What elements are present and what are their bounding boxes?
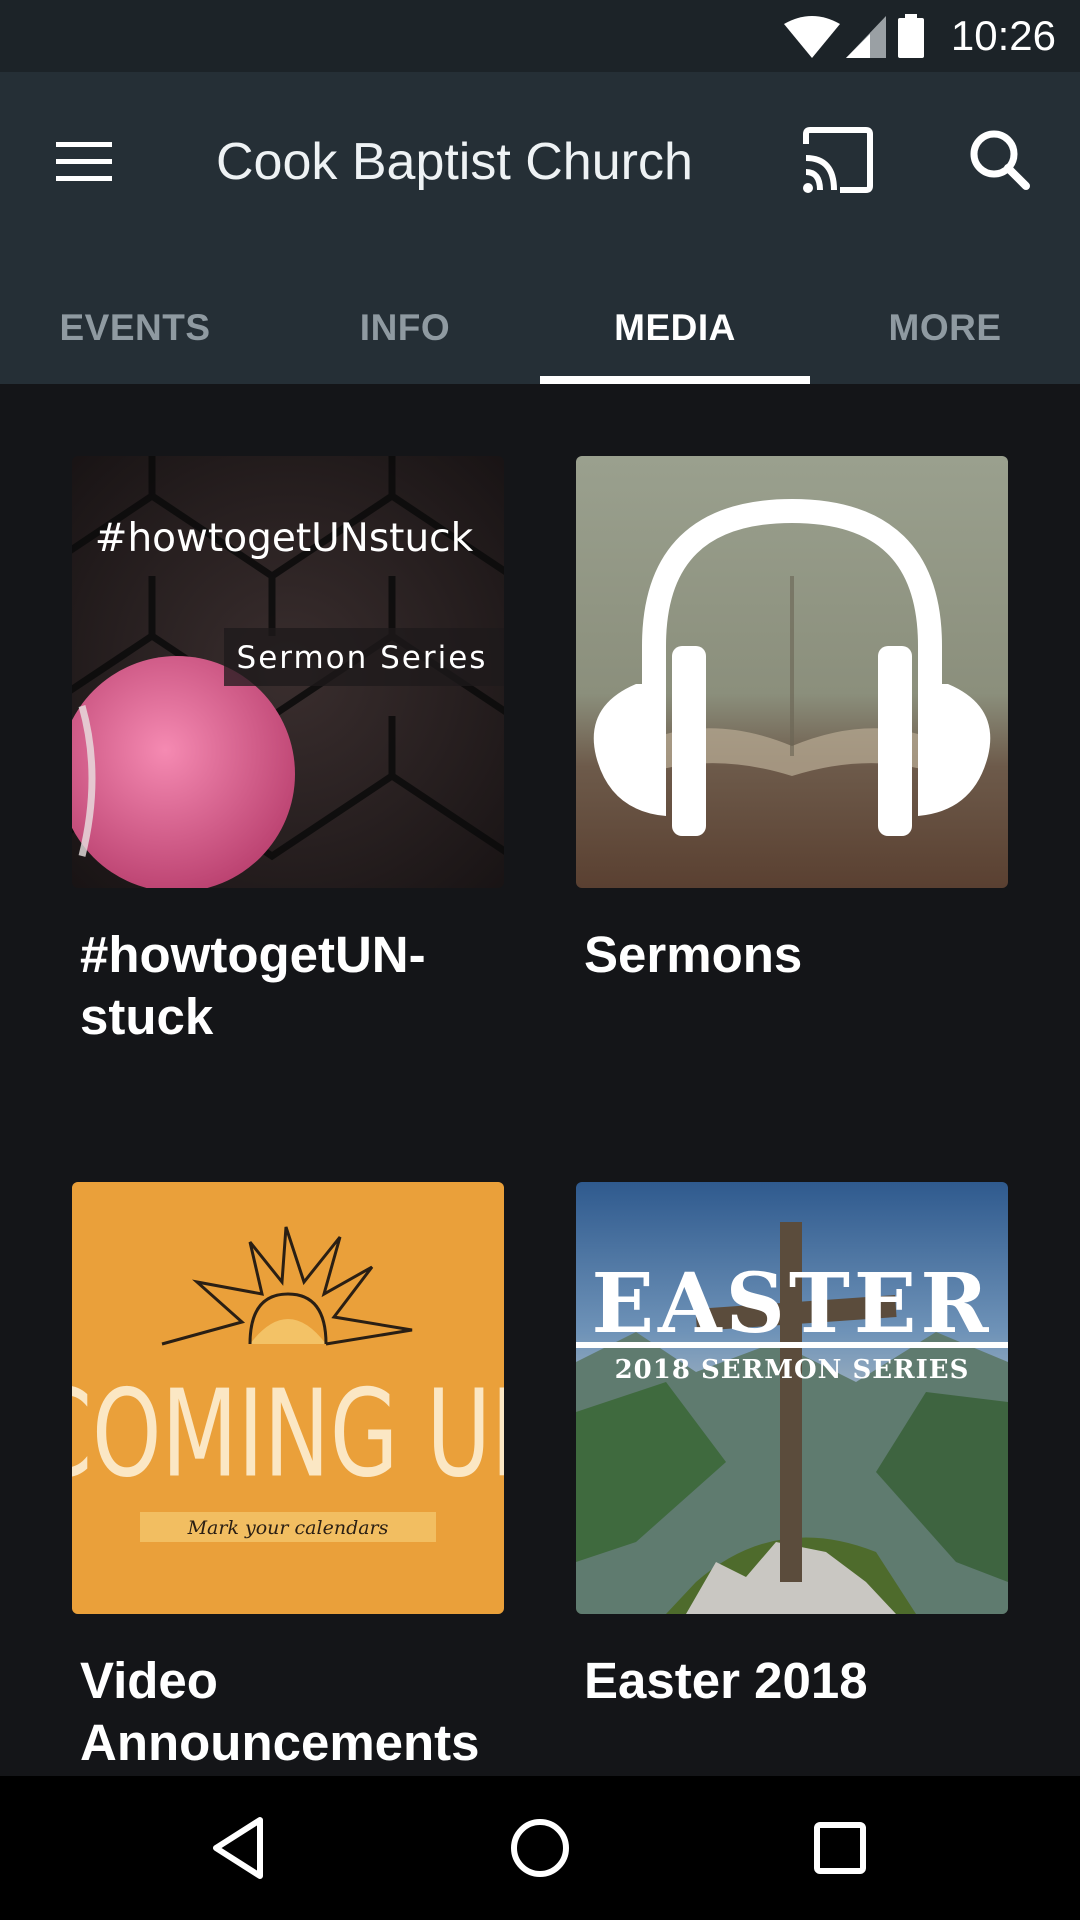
- recents-button[interactable]: [804, 1812, 876, 1884]
- tab-indicator: [540, 376, 810, 384]
- battery-icon: [898, 14, 924, 58]
- howtogetunstuck-artwork: #howtogetUNstuck Sermon Series: [72, 456, 504, 888]
- menu-button[interactable]: [54, 132, 114, 192]
- status-bar: 10:26: [0, 0, 1080, 72]
- tab-info[interactable]: INFO: [270, 272, 540, 384]
- status-time: 10:26: [950, 12, 1056, 59]
- tab-more[interactable]: MORE: [810, 272, 1080, 384]
- artwork-heading: EASTER: [591, 1256, 992, 1352]
- recents-icon: [814, 1822, 866, 1874]
- sermons-artwork: [576, 456, 1008, 888]
- artwork-heading: COMING UP: [72, 1364, 504, 1504]
- cast-icon: [803, 127, 873, 193]
- artwork-subheading: 2018 SERMON SERIES: [615, 1355, 970, 1385]
- status-icons: [784, 14, 924, 58]
- cast-button[interactable]: [800, 124, 876, 196]
- easter-artwork: EASTER 2018 SERMON SERIES: [576, 1182, 1008, 1614]
- tab-events[interactable]: EVENTS: [0, 272, 270, 384]
- media-card-title: Video Announcements: [80, 1652, 480, 1771]
- app-title: Cook Baptist Church: [216, 133, 693, 191]
- search-button[interactable]: [964, 124, 1036, 196]
- media-card-title: #howtogetUN-stuck: [80, 926, 426, 1045]
- hamburger-icon: [56, 142, 112, 181]
- app-bar: Cook Baptist Church EVENTS INFO MEDIA MO…: [0, 72, 1080, 384]
- tab-bar: EVENTS INFO MEDIA MORE: [0, 272, 1080, 384]
- back-button[interactable]: [204, 1812, 276, 1884]
- home-button[interactable]: [504, 1812, 576, 1884]
- artwork-subheading: Sermon Series: [237, 640, 488, 676]
- artwork-heading: #howtogetUNstuck: [95, 516, 474, 561]
- tab-media[interactable]: MEDIA: [540, 272, 810, 384]
- cell-signal-icon: [846, 16, 886, 58]
- media-card-title: Easter 2018: [584, 1652, 868, 1709]
- wifi-icon: [784, 16, 840, 58]
- artwork-subheading: Mark your calendars: [187, 1517, 389, 1539]
- back-icon: [213, 1817, 263, 1879]
- coming-up-artwork: COMING UP Mark your calendars: [72, 1182, 504, 1614]
- system-nav-bar: [0, 1776, 1080, 1920]
- home-icon: [511, 1819, 569, 1877]
- media-card-title: Sermons: [584, 926, 803, 983]
- search-icon: [970, 130, 1030, 190]
